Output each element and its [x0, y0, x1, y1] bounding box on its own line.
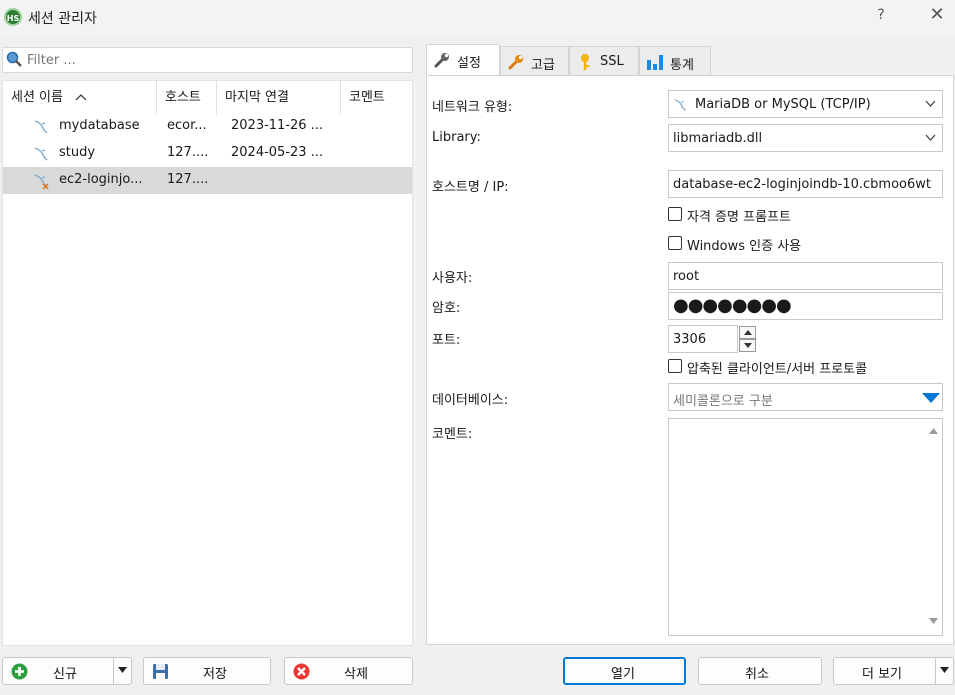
column-header-comment[interactable]: 코멘트	[341, 81, 412, 115]
new-dropdown-arrow[interactable]	[113, 658, 131, 684]
session-host: 127....	[167, 145, 209, 160]
filter-input[interactable]	[25, 50, 405, 70]
cancel-label: 취소	[745, 667, 769, 682]
password-value: ●●●●●●●●	[673, 295, 792, 316]
triangle-down-icon	[118, 667, 127, 673]
chevron-down-icon	[925, 100, 936, 107]
session-row-mydatabase[interactable]: mydatabase ecor... 2023-11-26 ...	[3, 113, 412, 140]
blue-dropdown-icon[interactable]	[922, 393, 940, 403]
tab-ssl[interactable]: SSL	[569, 46, 639, 76]
open-label: 열기	[611, 667, 635, 682]
session-last-connect: 2023-11-26 ...	[231, 118, 324, 133]
triangle-down-icon	[940, 667, 949, 673]
mysql-dolphin-icon	[674, 99, 686, 111]
password-label: 암호:	[432, 301, 461, 316]
window-title: 세션 관리자	[28, 11, 97, 27]
port-value: 3306	[673, 332, 707, 347]
hostname-value: database-ec2-loginjoindb-10.cbmoo6wt	[673, 177, 931, 192]
database-input[interactable]: 세미콜론으로 구분	[668, 383, 943, 411]
more-button[interactable]: 더 보기	[833, 657, 954, 685]
save-label: 저장	[203, 667, 227, 682]
spin-up-button[interactable]	[739, 326, 756, 339]
user-value: root	[673, 269, 700, 284]
delete-label: 삭제	[344, 667, 368, 682]
comment-scrollbar[interactable]	[925, 419, 942, 635]
open-button[interactable]: 열기	[563, 657, 686, 685]
session-host: 127....	[167, 172, 209, 187]
close-button[interactable]: ✕	[928, 4, 946, 25]
library-label: Library:	[432, 130, 481, 145]
spin-down-button[interactable]	[739, 339, 756, 352]
wrench-orange-icon	[508, 55, 523, 70]
plus-circle-icon	[11, 663, 28, 680]
new-session-button[interactable]: 신규	[2, 657, 132, 685]
network-type-value: MariaDB or MySQL (TCP/IP)	[695, 97, 871, 112]
column-header-name[interactable]: 세션 이름	[3, 81, 157, 115]
floppy-disk-icon	[153, 664, 168, 679]
checkbox-box[interactable]	[668, 359, 682, 373]
more-dropdown-arrow[interactable]	[935, 658, 953, 684]
more-label: 더 보기	[862, 667, 903, 682]
session-name: ec2-loginjo...	[59, 172, 143, 187]
session-row-study[interactable]: study 127.... 2024-05-23 ...	[3, 140, 412, 167]
comment-label: 코멘트:	[432, 427, 473, 442]
hostname-input[interactable]: database-ec2-loginjoindb-10.cbmoo6wt	[668, 170, 943, 198]
filter-box	[2, 47, 413, 73]
heidisql-app-icon: HS	[4, 8, 22, 26]
session-host: ecor...	[167, 118, 207, 133]
delete-x-circle-icon	[293, 663, 310, 680]
help-button[interactable]: ?	[872, 7, 890, 23]
bar-chart-icon	[647, 55, 663, 70]
cancel-button[interactable]: 취소	[698, 657, 822, 685]
wrench-icon	[434, 53, 449, 68]
column-header-host[interactable]: 호스트	[157, 81, 217, 115]
port-spinner[interactable]	[739, 326, 756, 353]
mysql-dolphin-icon	[34, 120, 48, 134]
mysql-dolphin-modified-icon	[34, 174, 49, 190]
key-icon	[581, 54, 589, 70]
mysql-dolphin-icon	[34, 147, 48, 161]
database-placeholder: 세미콜론으로 구분	[673, 394, 773, 409]
session-last-connect: 2024-05-23 ...	[231, 145, 324, 160]
library-value: libmariadb.dll	[673, 131, 763, 146]
new-label: 신규	[53, 667, 77, 682]
chevron-down-icon	[925, 134, 936, 141]
comment-textarea[interactable]	[668, 418, 943, 636]
session-row-ec2-loginjo[interactable]: ec2-loginjo... 127....	[3, 167, 412, 194]
session-list: 세션 이름 호스트 마지막 연결 코멘트 mydatabase ecor... …	[2, 80, 413, 646]
tab-settings[interactable]: 설정	[426, 44, 500, 75]
sort-ascending-icon	[75, 94, 87, 101]
port-input[interactable]: 3306	[668, 325, 738, 353]
session-name: study	[59, 145, 96, 160]
scroll-up-arrow-icon[interactable]	[929, 428, 938, 434]
triangle-down-icon	[744, 343, 752, 348]
scroll-down-arrow-icon[interactable]	[929, 618, 938, 624]
user-label: 사용자:	[432, 271, 473, 286]
search-icon	[6, 51, 22, 67]
tab-statistics[interactable]: 통계	[639, 46, 711, 76]
checkbox-box[interactable]	[668, 207, 682, 221]
session-name: mydatabase	[59, 118, 140, 133]
network-type-select[interactable]: MariaDB or MySQL (TCP/IP)	[668, 90, 943, 118]
checkbox-box[interactable]	[668, 236, 682, 250]
port-label: 포트:	[432, 333, 461, 348]
password-input[interactable]: ●●●●●●●●	[668, 292, 943, 320]
column-header-last-connect[interactable]: 마지막 연결	[217, 81, 341, 115]
hostname-label: 호스트명 / IP:	[432, 180, 509, 195]
database-label: 데이터베이스:	[432, 393, 509, 408]
user-input[interactable]: root	[668, 262, 943, 290]
triangle-up-icon	[744, 330, 752, 335]
title-bar: HS 세션 관리자 ? ✕	[0, 0, 955, 36]
delete-button[interactable]: 삭제	[284, 657, 413, 685]
save-button[interactable]: 저장	[143, 657, 271, 685]
tab-advanced[interactable]: 고급	[500, 46, 569, 76]
network-type-label: 네트워크 유형:	[432, 100, 513, 115]
library-select[interactable]: libmariadb.dll	[668, 124, 943, 152]
